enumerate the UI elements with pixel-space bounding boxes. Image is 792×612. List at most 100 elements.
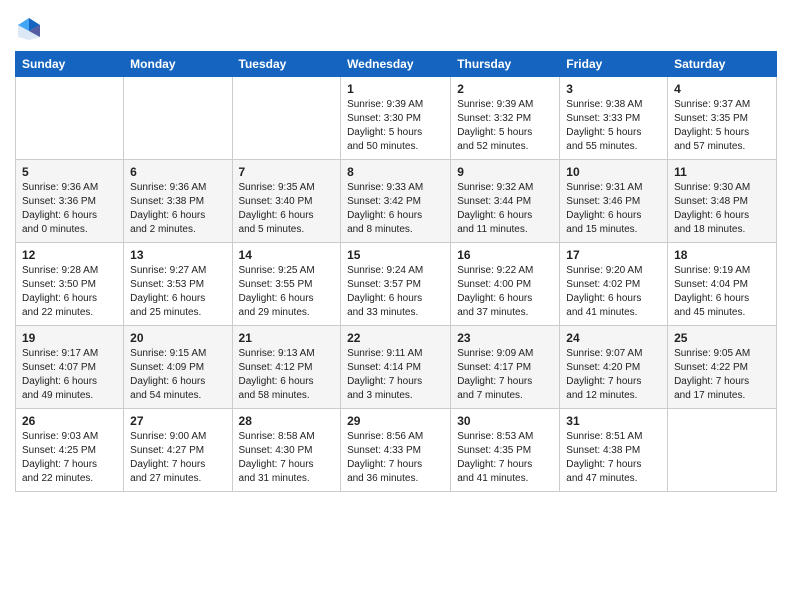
calendar-cell: 20Sunrise: 9:15 AM Sunset: 4:09 PM Dayli…: [124, 326, 232, 409]
calendar-cell: 22 Sunrise: 9:11 AM Sunset: 4:14 PM Dayli…: [341, 326, 451, 409]
calendar-cell: [16, 77, 124, 160]
page: SundayMondayTuesdayWednesdayThursdayFrid…: [0, 0, 792, 507]
day-info: Sunrise: 9:09 AM Sunset: 4:17 PM Dayligh…: [457, 347, 553, 403]
weekday-header-tuesday: Tuesday: [232, 52, 341, 77]
weekday-header-saturday: Saturday: [668, 52, 777, 77]
day-number: 31: [566, 414, 661, 428]
day-info: Sunrise: 8:53 AM Sunset: 4:35 PM Dayligh…: [457, 430, 553, 486]
header: [15, 10, 777, 43]
calendar-cell: 6 Sunrise: 9:36 AM Sunset: 3:38 PM Daylig…: [124, 160, 232, 243]
day-number: 13: [130, 248, 225, 262]
day-number: 18: [674, 248, 770, 262]
day-info: Sunrise: 9:38 AM Sunset: 3:33 PM Dayligh…: [566, 98, 661, 154]
day-info: Sunrise: 9:17 AM Sunset: 4:07 PM Dayligh…: [22, 347, 117, 403]
day-info: Sunrise: 8:51 AM Sunset: 4:38 PM Dayligh…: [566, 430, 661, 486]
day-number: 2: [457, 82, 553, 96]
day-number: 7: [239, 165, 335, 179]
calendar-cell: 12Sunrise: 9:28 AM Sunset: 3:50 PM Dayli…: [16, 243, 124, 326]
weekday-header-thursday: Thursday: [451, 52, 560, 77]
calendar-cell: [124, 77, 232, 160]
day-number: 16: [457, 248, 553, 262]
day-number: 17: [566, 248, 661, 262]
day-info: Sunrise: 9:24 AM Sunset: 3:57 PM Dayligh…: [347, 264, 444, 320]
day-info: Sunrise: 9:39 AM Sunset: 3:32 PM Dayligh…: [457, 98, 553, 154]
day-info: Sunrise: 9:37 AM Sunset: 3:35 PM Dayligh…: [674, 98, 770, 154]
day-info: Sunrise: 9:11 AM Sunset: 4:14 PM Dayligh…: [347, 347, 444, 403]
day-info: Sunrise: 8:58 AM Sunset: 4:30 PM Dayligh…: [239, 430, 335, 486]
day-number: 3: [566, 82, 661, 96]
calendar-week-row: 12Sunrise: 9:28 AM Sunset: 3:50 PM Dayli…: [16, 243, 777, 326]
day-number: 4: [674, 82, 770, 96]
calendar-cell: 10 Sunrise: 9:31 AM Sunset: 3:46 PM Dayli…: [560, 160, 668, 243]
calendar-cell: 8 Sunrise: 9:33 AM Sunset: 3:42 PM Daylig…: [341, 160, 451, 243]
calendar-cell: 26 Sunrise: 9:03 AM Sunset: 4:25 PM Dayli…: [16, 409, 124, 492]
day-number: 9: [457, 165, 553, 179]
day-info: Sunrise: 9:39 AM Sunset: 3:30 PM Dayligh…: [347, 98, 444, 154]
day-info: Sunrise: 9:15 AM Sunset: 4:09 PM Dayligh…: [130, 347, 225, 403]
calendar-cell: 17 Sunrise: 9:20 AM Sunset: 4:02 PM Dayli…: [560, 243, 668, 326]
day-number: 29: [347, 414, 444, 428]
calendar-cell: 16Sunrise: 9:22 AM Sunset: 4:00 PM Dayli…: [451, 243, 560, 326]
calendar-cell: 3 Sunrise: 9:38 AM Sunset: 3:33 PM Daylig…: [560, 77, 668, 160]
day-info: Sunrise: 9:00 AM Sunset: 4:27 PM Dayligh…: [130, 430, 225, 486]
day-info: Sunrise: 9:05 AM Sunset: 4:22 PM Dayligh…: [674, 347, 770, 403]
calendar-week-row: 5Sunrise: 9:36 AM Sunset: 3:36 PM Daylig…: [16, 160, 777, 243]
logo-icon: [15, 15, 43, 43]
day-info: Sunrise: 9:25 AM Sunset: 3:55 PM Dayligh…: [239, 264, 335, 320]
calendar-cell: 25Sunrise: 9:05 AM Sunset: 4:22 PM Dayli…: [668, 326, 777, 409]
calendar-cell: 7 Sunrise: 9:35 AM Sunset: 3:40 PM Daylig…: [232, 160, 341, 243]
day-info: Sunrise: 9:33 AM Sunset: 3:42 PM Dayligh…: [347, 181, 444, 237]
calendar-week-row: 26 Sunrise: 9:03 AM Sunset: 4:25 PM Dayli…: [16, 409, 777, 492]
calendar-cell: 11 Sunrise: 9:30 AM Sunset: 3:48 PM Dayli…: [668, 160, 777, 243]
calendar-cell: 21 Sunrise: 9:13 AM Sunset: 4:12 PM Dayli…: [232, 326, 341, 409]
calendar-week-row: 1Sunrise: 9:39 AM Sunset: 3:30 PM Daylig…: [16, 77, 777, 160]
day-number: 30: [457, 414, 553, 428]
calendar-header-row: SundayMondayTuesdayWednesdayThursdayFrid…: [16, 52, 777, 77]
day-number: 19: [22, 331, 117, 345]
logo: [15, 15, 47, 43]
day-info: Sunrise: 9:30 AM Sunset: 3:48 PM Dayligh…: [674, 181, 770, 237]
day-info: Sunrise: 9:13 AM Sunset: 4:12 PM Dayligh…: [239, 347, 335, 403]
day-number: 28: [239, 414, 335, 428]
calendar-cell: 23 Sunrise: 9:09 AM Sunset: 4:17 PM Dayli…: [451, 326, 560, 409]
calendar-cell: 4 Sunrise: 9:37 AM Sunset: 3:35 PM Daylig…: [668, 77, 777, 160]
weekday-header-wednesday: Wednesday: [341, 52, 451, 77]
day-info: Sunrise: 9:20 AM Sunset: 4:02 PM Dayligh…: [566, 264, 661, 320]
day-number: 24: [566, 331, 661, 345]
day-number: 6: [130, 165, 225, 179]
calendar-cell: 2 Sunrise: 9:39 AM Sunset: 3:32 PM Daylig…: [451, 77, 560, 160]
calendar-cell: 19 Sunrise: 9:17 AM Sunset: 4:07 PM Dayli…: [16, 326, 124, 409]
calendar-cell: 31 Sunrise: 8:51 AM Sunset: 4:38 PM Dayli…: [560, 409, 668, 492]
day-info: Sunrise: 9:31 AM Sunset: 3:46 PM Dayligh…: [566, 181, 661, 237]
calendar-cell: [232, 77, 341, 160]
day-number: 21: [239, 331, 335, 345]
calendar-cell: 5Sunrise: 9:36 AM Sunset: 3:36 PM Daylig…: [16, 160, 124, 243]
day-number: 11: [674, 165, 770, 179]
calendar-cell: 13 Sunrise: 9:27 AM Sunset: 3:53 PM Dayli…: [124, 243, 232, 326]
day-info: Sunrise: 9:36 AM Sunset: 3:36 PM Dayligh…: [22, 181, 117, 237]
day-number: 10: [566, 165, 661, 179]
day-number: 15: [347, 248, 444, 262]
calendar-week-row: 19 Sunrise: 9:17 AM Sunset: 4:07 PM Dayli…: [16, 326, 777, 409]
day-info: Sunrise: 9:07 AM Sunset: 4:20 PM Dayligh…: [566, 347, 661, 403]
calendar-cell: 30 Sunrise: 8:53 AM Sunset: 4:35 PM Dayli…: [451, 409, 560, 492]
calendar-cell: 29Sunrise: 8:56 AM Sunset: 4:33 PM Dayli…: [341, 409, 451, 492]
day-number: 23: [457, 331, 553, 345]
day-info: Sunrise: 9:35 AM Sunset: 3:40 PM Dayligh…: [239, 181, 335, 237]
day-info: Sunrise: 9:36 AM Sunset: 3:38 PM Dayligh…: [130, 181, 225, 237]
day-info: Sunrise: 9:27 AM Sunset: 3:53 PM Dayligh…: [130, 264, 225, 320]
day-number: 22: [347, 331, 444, 345]
calendar-cell: [668, 409, 777, 492]
day-number: 12: [22, 248, 117, 262]
weekday-header-sunday: Sunday: [16, 52, 124, 77]
calendar-cell: 14 Sunrise: 9:25 AM Sunset: 3:55 PM Dayli…: [232, 243, 341, 326]
day-info: Sunrise: 9:03 AM Sunset: 4:25 PM Dayligh…: [22, 430, 117, 486]
calendar-cell: 1Sunrise: 9:39 AM Sunset: 3:30 PM Daylig…: [341, 77, 451, 160]
day-number: 27: [130, 414, 225, 428]
weekday-header-friday: Friday: [560, 52, 668, 77]
calendar-cell: 18Sunrise: 9:19 AM Sunset: 4:04 PM Dayli…: [668, 243, 777, 326]
day-number: 26: [22, 414, 117, 428]
calendar-cell: 9Sunrise: 9:32 AM Sunset: 3:44 PM Daylig…: [451, 160, 560, 243]
day-number: 8: [347, 165, 444, 179]
day-number: 14: [239, 248, 335, 262]
